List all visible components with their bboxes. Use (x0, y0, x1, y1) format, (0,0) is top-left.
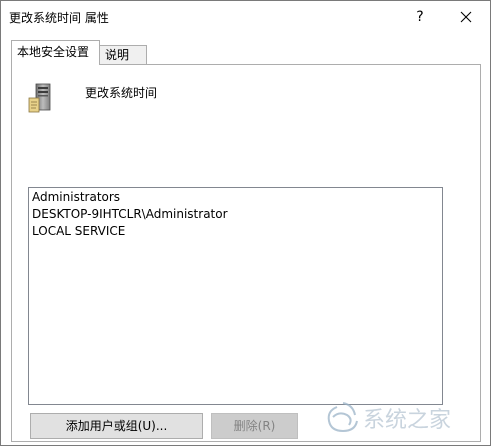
add-user-or-group-button[interactable]: 添加用户或组(U)... (30, 413, 203, 439)
help-icon: ? (416, 9, 424, 25)
watermark-logo: 系统之家 (327, 402, 451, 433)
watermark-text: 系统之家 (363, 408, 451, 433)
tab-explain[interactable]: 说明 (99, 45, 147, 65)
help-button[interactable]: ? (397, 1, 443, 33)
user-listbox[interactable]: Administrators DESKTOP-9IHTCLR\Administr… (28, 187, 443, 405)
server-computer-icon (28, 83, 51, 113)
window-title: 更改系统时间 属性 (9, 11, 109, 25)
remove-button[interactable]: 删除(R) (211, 413, 298, 439)
tab-local-security-setting[interactable]: 本地安全设置 (11, 40, 100, 65)
properties-dialog: 更改系统时间 属性 ? 本地安全设置 说明 更改系统时间 Administrat… (0, 0, 491, 446)
tab-panel: 更改系统时间 Administrators DESKTOP-9IHTCLR\Ad… (11, 64, 481, 442)
list-item[interactable]: LOCAL SERVICE (32, 223, 439, 240)
list-item[interactable]: DESKTOP-9IHTCLR\Administrator (32, 206, 439, 223)
title-bar[interactable]: 更改系统时间 属性 ? (1, 1, 490, 33)
close-icon (460, 11, 472, 23)
list-item[interactable]: Administrators (32, 189, 439, 206)
close-button[interactable] (443, 1, 489, 33)
policy-name: 更改系统时间 (85, 86, 158, 100)
